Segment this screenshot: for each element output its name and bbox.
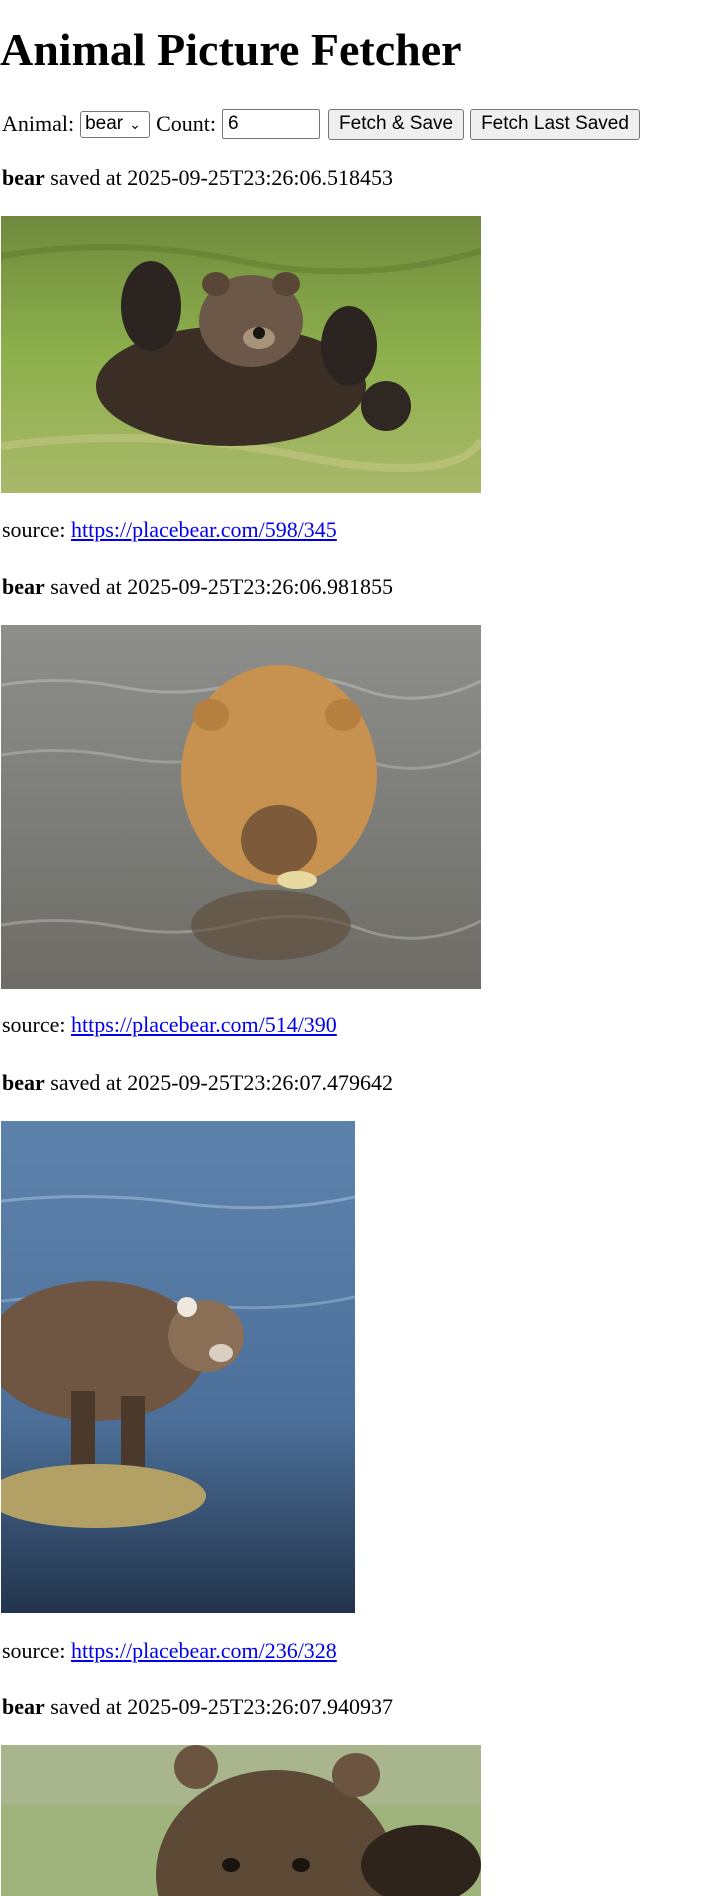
- fetch-last-saved-button[interactable]: Fetch Last Saved: [470, 108, 640, 140]
- result-saved-at: saved at 2025-09-25T23:26:07.940937: [50, 1694, 394, 1719]
- controls-bar: Animal: bear ⌄ Count: 6 Fetch & Save Fet…: [2, 107, 644, 141]
- source-link[interactable]: https://placebear.com/514/390: [71, 1012, 337, 1037]
- result-animal: bear: [2, 574, 45, 599]
- result-image: [1, 1121, 355, 1613]
- result-source: source: https://placebear.com/598/345: [2, 517, 337, 543]
- source-link[interactable]: https://placebear.com/598/345: [71, 517, 337, 542]
- result-animal: bear: [2, 165, 45, 190]
- source-label: source:: [2, 1012, 66, 1037]
- count-label: Count:: [156, 111, 217, 136]
- result-caption: bear saved at 2025-09-25T23:26:07.479642: [2, 1070, 393, 1096]
- page-title: Animal Picture Fetcher: [0, 24, 462, 75]
- animal-label: Animal:: [2, 111, 75, 136]
- result-caption: bear saved at 2025-09-25T23:26:06.981855: [2, 574, 393, 600]
- result-source: source: https://placebear.com/514/390: [2, 1012, 337, 1038]
- result-saved-at: saved at 2025-09-25T23:26:06.518453: [50, 165, 394, 190]
- result-image: [1, 216, 481, 493]
- count-input[interactable]: 6: [222, 109, 321, 139]
- animal-select[interactable]: bear ⌄: [80, 110, 151, 138]
- result-source: source: https://placebear.com/236/328: [2, 1638, 337, 1664]
- result-image: [1, 625, 481, 989]
- result-animal: bear: [2, 1694, 45, 1719]
- result-animal: bear: [2, 1070, 45, 1095]
- result-image: [1, 1745, 481, 1896]
- result-saved-at: saved at 2025-09-25T23:26:07.479642: [50, 1070, 394, 1095]
- result-caption: bear saved at 2025-09-25T23:26:07.940937: [2, 1694, 393, 1720]
- source-label: source:: [2, 517, 66, 542]
- animal-select-value: bear: [85, 113, 124, 134]
- source-label: source:: [2, 1638, 66, 1663]
- source-link[interactable]: https://placebear.com/236/328: [71, 1638, 337, 1663]
- result-caption: bear saved at 2025-09-25T23:26:06.518453: [2, 165, 393, 191]
- chevron-down-icon: ⌄: [129, 115, 141, 132]
- fetch-save-button[interactable]: Fetch & Save: [328, 108, 465, 140]
- result-saved-at: saved at 2025-09-25T23:26:06.981855: [50, 574, 394, 599]
